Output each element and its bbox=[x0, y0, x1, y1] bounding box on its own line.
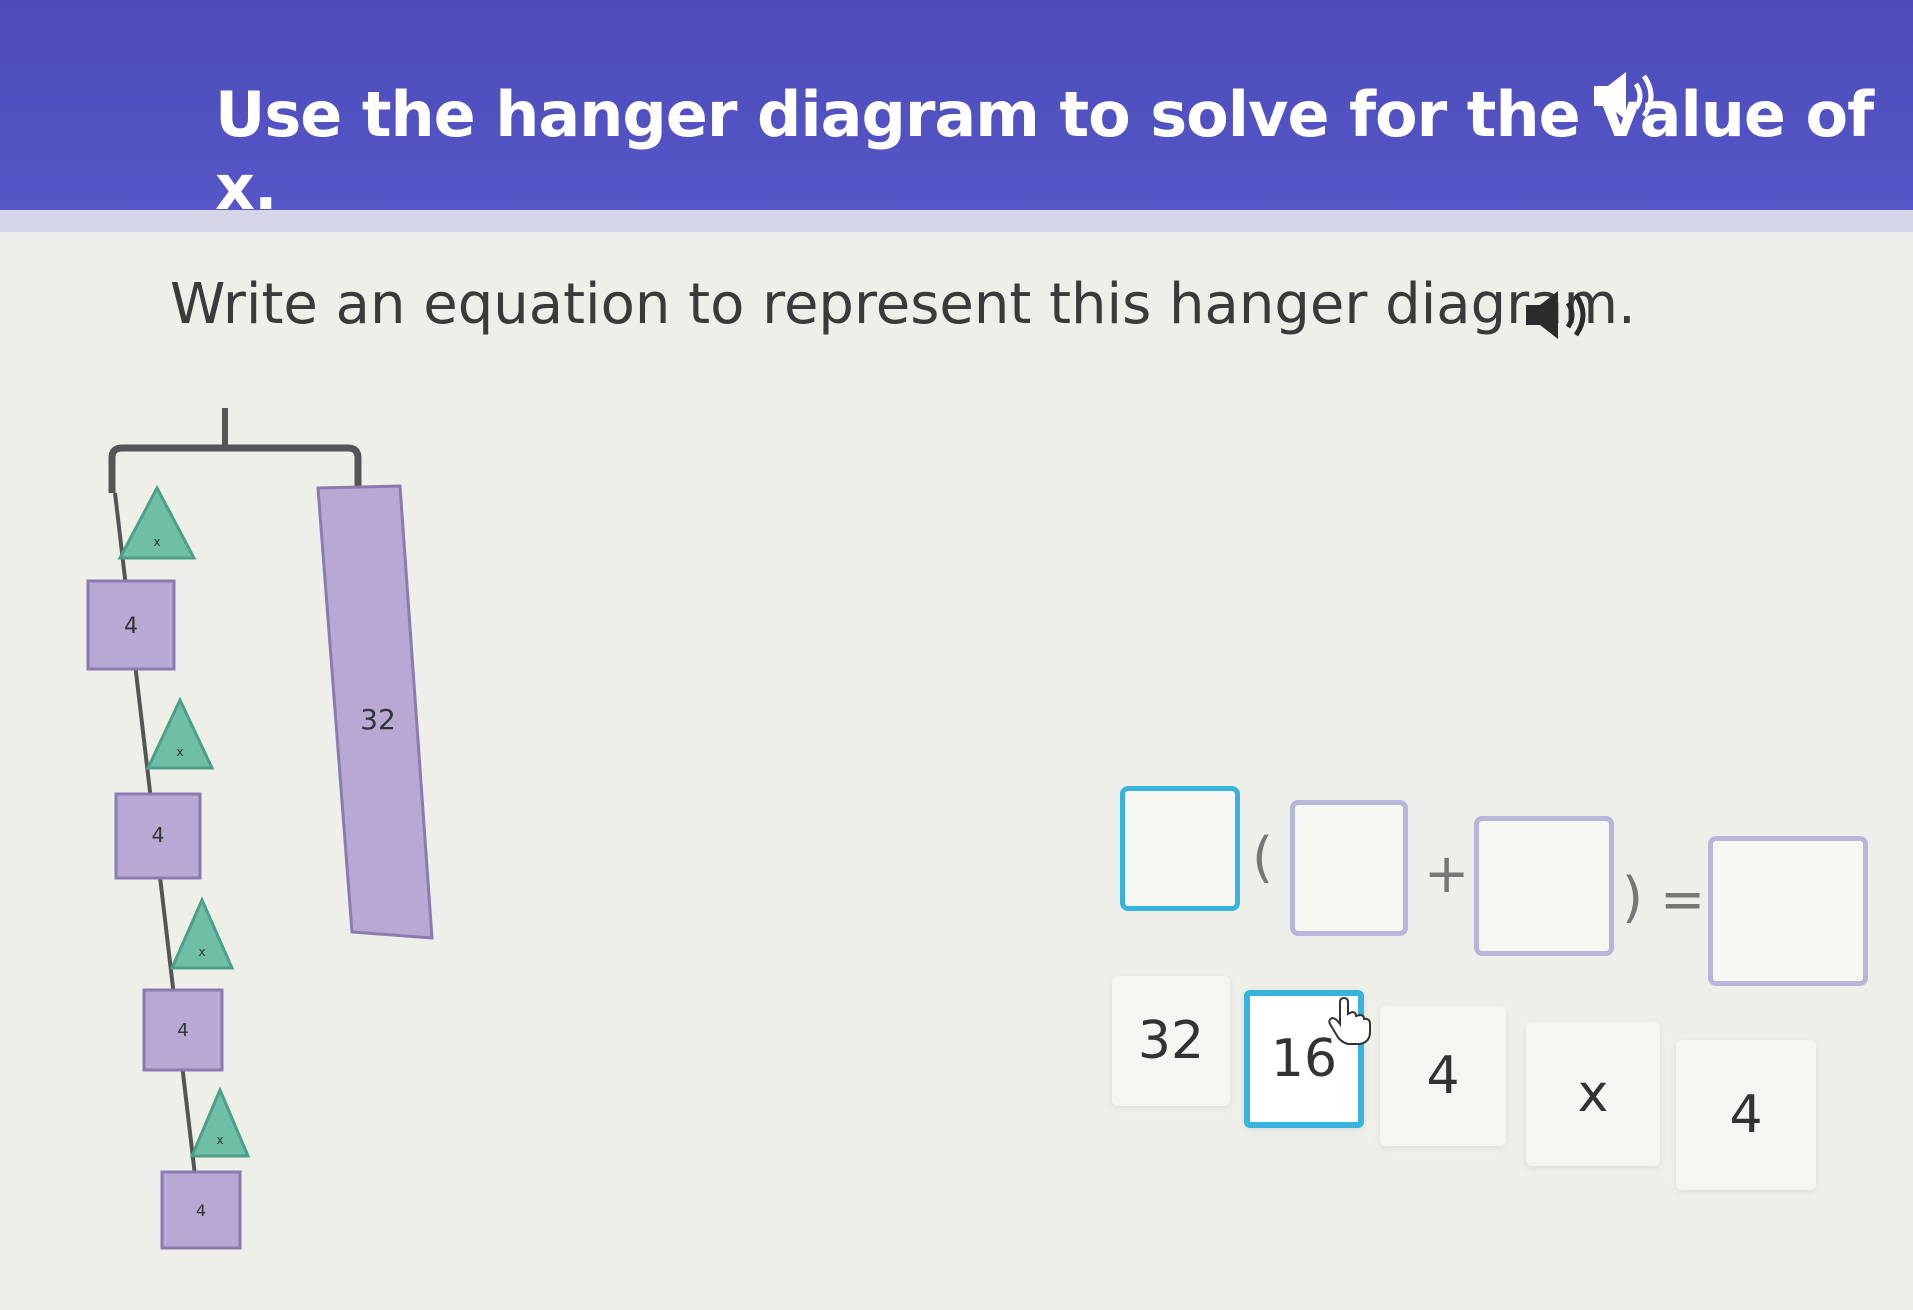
answer-slot-first-term[interactable] bbox=[1290, 800, 1408, 936]
answer-slot-result[interactable] bbox=[1708, 836, 1868, 986]
hand-cursor-icon bbox=[1328, 996, 1371, 1045]
weight-label: 32 bbox=[360, 703, 396, 736]
hanger-bar bbox=[108, 444, 362, 493]
tile-4-second[interactable]: 4 bbox=[1676, 1040, 1816, 1190]
equals-sign: = bbox=[1660, 868, 1706, 931]
speaker-icon[interactable] bbox=[1518, 285, 1596, 345]
tile-32[interactable]: 32 bbox=[1112, 976, 1230, 1106]
weight-square-4: 4 bbox=[160, 1170, 242, 1250]
weight-label: 4 bbox=[124, 614, 138, 639]
weight-square-4: 4 bbox=[86, 579, 176, 671]
weight-label: x bbox=[216, 1133, 223, 1147]
banner-divider bbox=[0, 210, 1913, 232]
weight-triangle-x: x bbox=[145, 696, 215, 770]
speaker-icon[interactable] bbox=[1586, 66, 1664, 126]
plus-sign: + bbox=[1424, 842, 1470, 905]
weight-rectangle-32: 32 bbox=[316, 484, 434, 940]
weight-triangle-x: x bbox=[169, 896, 235, 970]
weight-triangle-x: x bbox=[117, 484, 197, 560]
close-paren: ) bbox=[1622, 866, 1644, 929]
weight-label: x bbox=[153, 535, 160, 549]
title-banner: Use the hanger diagram to solve for the … bbox=[0, 0, 1913, 224]
question-prompt: Write an equation to represent this hang… bbox=[170, 272, 1636, 337]
tile-x[interactable]: x bbox=[1526, 1022, 1660, 1166]
weight-label: x bbox=[198, 945, 205, 959]
weight-label: 4 bbox=[177, 1020, 188, 1041]
weight-square-4: 4 bbox=[142, 988, 224, 1072]
tile-4[interactable]: 4 bbox=[1380, 1006, 1506, 1146]
answer-slot-second-term[interactable] bbox=[1474, 816, 1614, 956]
hanger-diagram: x 4 x 4 x 4 x 4 32 bbox=[86, 408, 434, 1250]
open-paren: ( bbox=[1252, 826, 1274, 889]
weight-triangle-x: x bbox=[189, 1086, 251, 1158]
answer-slot-coefficient[interactable] bbox=[1120, 786, 1240, 911]
weight-label: 4 bbox=[196, 1201, 206, 1220]
weight-label: 4 bbox=[152, 823, 165, 847]
weight-square-4: 4 bbox=[114, 792, 202, 880]
weight-label: x bbox=[176, 745, 183, 759]
